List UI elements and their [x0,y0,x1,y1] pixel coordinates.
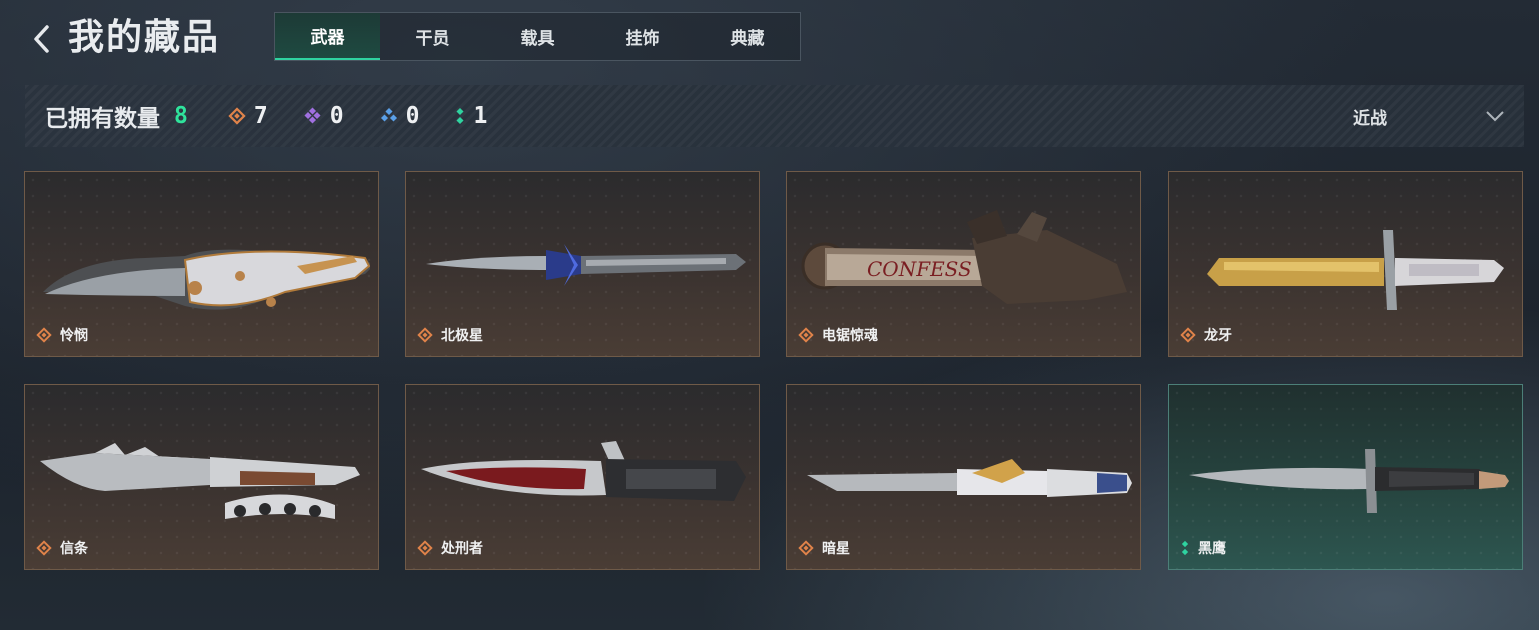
green-dots-icon [1181,540,1189,556]
weapon-name: 怜悯 [60,328,88,344]
weapon-name-row: 信条 [36,538,88,558]
orange-diamond-icon [228,107,246,125]
weapon-card[interactable]: 龙牙 [1168,171,1523,357]
weapon-image-dragon-fang [1207,230,1504,310]
rarity-count-value: 0 [329,103,344,129]
weapon-name: 龙牙 [1204,328,1232,344]
rarity-count-green: 1 [455,103,487,129]
chevron-down-icon [1486,111,1504,122]
orange-diamond-icon [36,327,52,343]
weapon-card[interactable]: 黑鹰 [1168,384,1523,570]
category-tabs: 武器 干员 载具 挂饰 典藏 [274,12,801,61]
weapon-card[interactable]: 怜悯 [24,171,379,357]
orange-diamond-icon [798,540,814,556]
rarity-count-blue: 0 [380,103,420,129]
purple-diamond-icon [304,107,321,124]
weapon-name: 北极星 [441,328,483,344]
rarity-count-orange: 7 [228,103,268,129]
weapon-name-row: 黑鹰 [1180,538,1226,558]
orange-diamond-icon [36,540,52,556]
weapon-card[interactable]: CONFESS 电锯惊魂 [786,171,1141,357]
blue-diamond-icon [380,107,397,122]
weapon-name: 黑鹰 [1198,541,1226,557]
weapon-name-row: 处刑者 [417,538,483,558]
rarity-count-value: 0 [405,103,420,129]
rarity-count-purple: 0 [304,103,344,129]
tab-weapons[interactable]: 武器 [275,13,380,60]
weapon-card[interactable]: 处刑者 [405,384,760,570]
page-title: 我的藏品 [68,17,221,58]
rarity-count-value: 7 [253,103,268,129]
weapon-name-row: 龙牙 [1180,325,1232,345]
tab-collection[interactable]: 典藏 [695,13,800,60]
weapon-image-black-hawk [1189,449,1509,513]
weapon-image-polaris [426,244,746,286]
orange-diamond-icon [417,327,433,343]
weapon-image-mercy [43,249,370,310]
orange-diamond-icon [798,327,814,343]
tab-charms[interactable]: 挂饰 [590,13,695,60]
filter-selected-value: 近战 [1353,108,1387,129]
orange-diamond-icon [1180,327,1196,343]
weapon-card[interactable]: 暗星 [786,384,1141,570]
green-dots-icon [456,107,464,125]
tab-vehicles[interactable]: 载具 [485,13,590,60]
weapon-image-creed [40,443,360,519]
owned-count: 8 [174,103,188,129]
weapon-name-row: 怜悯 [36,325,88,345]
weapon-image-chainsaw: CONFESS [801,210,1127,304]
weapon-name-row: 暗星 [798,538,850,558]
owned-label: 已拥有数量 [45,106,160,132]
svg-text:CONFESS: CONFESS [867,257,972,281]
orange-diamond-icon [417,540,433,556]
weapon-image-executioner [421,441,746,501]
weapon-name-row: 北极星 [417,325,483,345]
tab-operators[interactable]: 干员 [380,13,485,60]
owned-stats-bar: 已拥有数量 8 7 0 0 1 近战 [25,85,1524,147]
weapon-card[interactable]: 信条 [24,384,379,570]
back-button[interactable] [26,22,56,56]
rarity-count-value: 1 [473,103,488,129]
weapon-name: 电锯惊魂 [822,328,878,344]
weapon-image-dark-star [807,459,1132,497]
weapon-card[interactable]: 北极星 [405,171,760,357]
weapon-name: 暗星 [822,541,850,557]
melee-filter-dropdown[interactable]: 近战 [1341,85,1506,147]
weapon-name: 处刑者 [441,541,483,557]
chevron-left-icon [34,25,49,53]
weapon-name: 信条 [60,541,88,557]
weapon-name-row: 电锯惊魂 [798,325,878,345]
